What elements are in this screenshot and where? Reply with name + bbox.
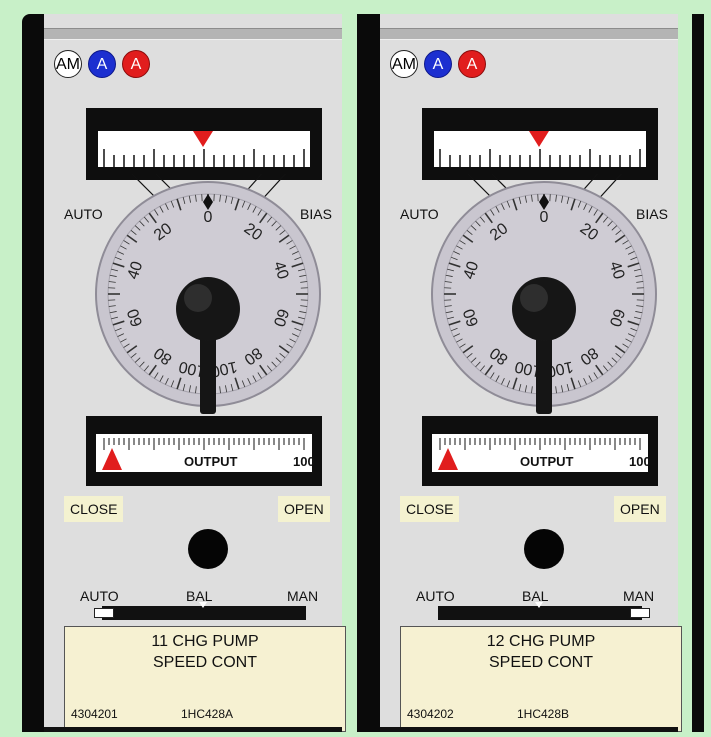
switch-bal-marker [199, 602, 207, 608]
output-max-label: 100 [293, 454, 315, 469]
bias-label: BIAS [300, 206, 332, 222]
output-pointer [102, 448, 122, 470]
am-lamp[interactable]: AM [54, 50, 82, 78]
alarm-lamp-red[interactable]: A [458, 50, 486, 78]
nameplate-tag: 1HC428A [181, 707, 234, 721]
nameplate-line-2: SPEED CONT [152, 654, 257, 671]
open-label: OPEN [278, 496, 330, 522]
switch-man-label: MAN [623, 588, 655, 604]
auto-lamp-blue[interactable]: A [88, 50, 116, 78]
output-adjust-knob[interactable] [524, 529, 564, 569]
auto-label: AUTO [64, 206, 103, 222]
nameplate-line-1: 11 CHG PUMP [151, 633, 259, 650]
output-adjust-knob[interactable] [188, 529, 228, 569]
dial-number: 0 [204, 209, 213, 226]
mode-switch-track[interactable] [102, 606, 306, 620]
dial-knob-highlight [520, 284, 548, 312]
mode-switch-handle[interactable] [94, 608, 114, 618]
controller-panel-2: AM A A 0 20 20 40 40 60 60 80 80 100 100 AUTO BIAS… [358, 14, 682, 732]
bias-meter-scale [439, 131, 641, 167]
output-label: OUTPUT [184, 454, 238, 469]
dial-knob[interactable] [176, 277, 240, 341]
nameplate-line-1: 12 CHG PUMP [486, 633, 596, 650]
bias-label: BIAS [636, 206, 668, 222]
bias-deviation-meter [86, 108, 322, 180]
close-label: CLOSE [400, 496, 460, 522]
output-max-label: 100 [629, 454, 651, 469]
panel-bottom-rail [44, 727, 342, 732]
mode-switch-handle[interactable] [630, 608, 650, 618]
bias-meter-pointer [529, 131, 549, 147]
nameplate-tag: 1HC428B [517, 707, 570, 721]
nameplate: 12 CHG PUMP SPEED CONT 4304202 1HC428B [400, 626, 682, 732]
nameplate: 11 CHG PUMP SPEED CONT 4304201 1HC428A [64, 626, 346, 732]
right-edge-rail [692, 14, 704, 732]
bias-meter-pointer [193, 131, 213, 147]
open-label: OPEN [614, 496, 666, 522]
switch-bal-marker [535, 602, 543, 608]
bias-meter-window [98, 131, 310, 167]
alarm-lamp-red[interactable]: A [122, 50, 150, 78]
bias-meter-scale [103, 131, 305, 167]
dial-number: 0 [540, 209, 549, 226]
auto-label: AUTO [400, 206, 439, 222]
panel-top-bar [380, 28, 678, 40]
controller-panel-1: AM A A 0 20 20 40 40 60 60 80 80 100 100 AUTO BIAS… [22, 14, 346, 732]
switch-auto-label: AUTO [80, 588, 119, 604]
auto-lamp-blue[interactable]: A [424, 50, 452, 78]
output-meter: OUTPUT 100 [86, 416, 322, 486]
dial-knob-highlight [184, 284, 212, 312]
output-pointer [438, 448, 458, 470]
bias-deviation-meter [422, 108, 658, 180]
nameplate-id: 4304202 [407, 707, 454, 721]
nameplate-line-2: SPEED CONT [488, 654, 593, 671]
nameplate-id: 4304201 [71, 707, 118, 721]
bias-meter-window [434, 131, 646, 167]
output-label: OUTPUT [520, 454, 574, 469]
panel-bottom-rail [380, 727, 678, 732]
dial-knob[interactable] [512, 277, 576, 341]
panel-top-bar [44, 28, 342, 40]
am-lamp[interactable]: AM [390, 50, 418, 78]
switch-auto-label: AUTO [416, 588, 455, 604]
output-meter-window: OUTPUT 100 [96, 434, 315, 472]
close-label: CLOSE [64, 496, 124, 522]
switch-man-label: MAN [287, 588, 319, 604]
output-meter-window: OUTPUT 100 [432, 434, 651, 472]
output-meter: OUTPUT 100 [422, 416, 658, 486]
mode-switch-track[interactable] [438, 606, 642, 620]
